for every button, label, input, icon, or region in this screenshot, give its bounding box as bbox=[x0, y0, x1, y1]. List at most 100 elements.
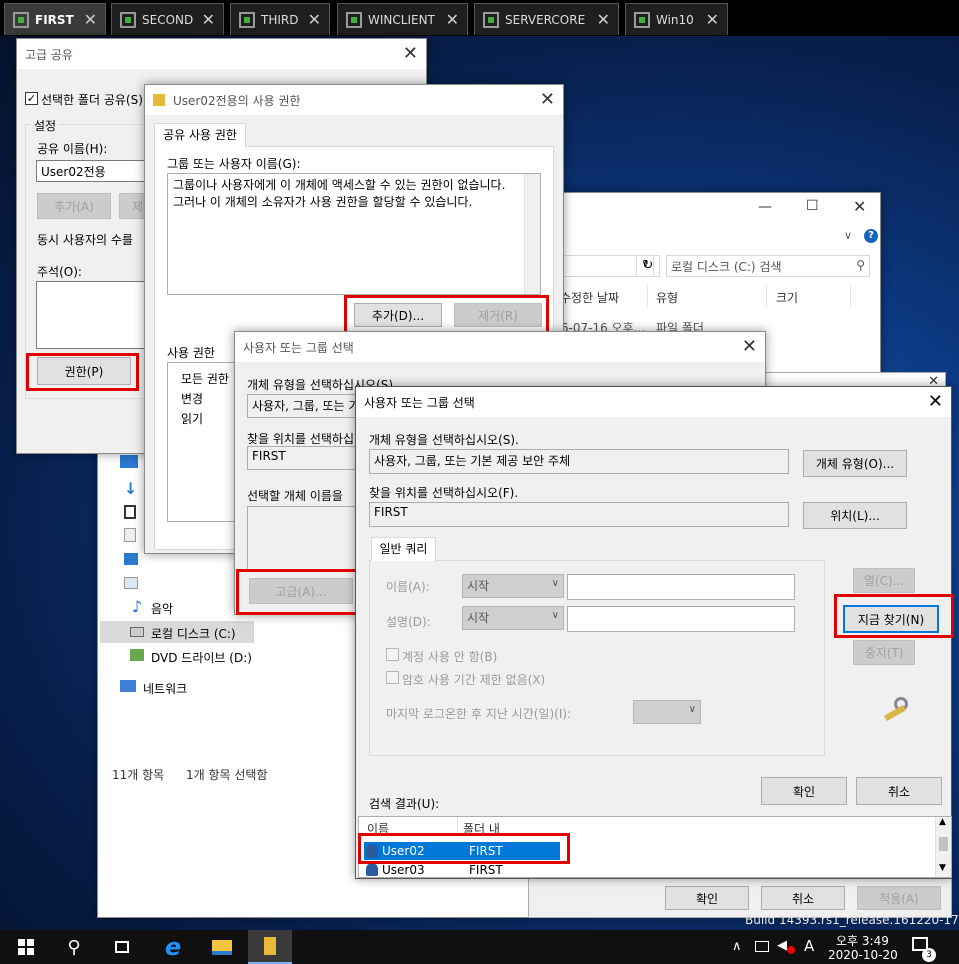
task-view-icon[interactable] bbox=[100, 930, 144, 964]
tab-servercore[interactable]: SERVERCORE ✕ bbox=[474, 3, 619, 35]
clock-time[interactable]: 오후 3:49 bbox=[836, 932, 889, 949]
object-types-button[interactable]: 개체 유형(O)... bbox=[803, 450, 907, 477]
tray-chevron-icon[interactable]: ∧ bbox=[732, 939, 742, 954]
tab-third[interactable]: THIRD ✕ bbox=[230, 3, 330, 35]
description-query-input[interactable] bbox=[567, 606, 795, 632]
scroll-down-icon[interactable]: ▼ bbox=[939, 863, 946, 873]
share-name-input[interactable]: User02전용 bbox=[36, 160, 146, 182]
ok-label: 확인 bbox=[695, 891, 719, 906]
close-icon[interactable]: ✕ bbox=[742, 336, 757, 357]
close-icon[interactable]: ✕ bbox=[202, 10, 215, 29]
col-date[interactable]: 수정한 날짜 bbox=[560, 289, 619, 306]
scroll-thumb[interactable] bbox=[939, 837, 948, 851]
tab-common-queries[interactable]: 일반 쿼리 bbox=[371, 537, 436, 561]
file-explorer-icon[interactable] bbox=[200, 930, 244, 964]
columns-button[interactable]: 열(C)... bbox=[853, 568, 915, 593]
search-input[interactable]: 로컬 디스크 (C:) 검색 ⚲ bbox=[666, 255, 870, 277]
close-icon[interactable]: ✕ bbox=[540, 89, 555, 110]
remove-button[interactable]: 제거(R) bbox=[454, 303, 542, 327]
start-button[interactable] bbox=[4, 930, 48, 964]
close-icon[interactable]: ✕ bbox=[84, 10, 97, 29]
nav-music[interactable]: 음악 bbox=[151, 600, 173, 617]
vm-icon bbox=[483, 11, 499, 28]
results-scrollbar[interactable]: ▲ ▼ bbox=[935, 817, 951, 877]
col-folder-header[interactable]: 폴더 내 bbox=[463, 820, 500, 837]
result-row-selected[interactable]: User02 FIRST bbox=[364, 842, 560, 860]
dvd-icon bbox=[130, 649, 144, 661]
folder-icon bbox=[264, 937, 276, 955]
close-icon[interactable]: ✕ bbox=[403, 43, 418, 64]
description-match-select[interactable]: 시작 ∨ bbox=[462, 606, 564, 630]
ok-button[interactable]: 확인 bbox=[761, 777, 847, 805]
permission-list[interactable]: 모든 권한 변경 읽기 bbox=[167, 362, 237, 522]
concurrent-users-label: 동시 사용자의 수를 bbox=[37, 233, 133, 247]
close-icon[interactable]: ✕ bbox=[308, 10, 321, 29]
add-button[interactable]: 추가(A) bbox=[37, 193, 111, 219]
location-value: FIRST bbox=[374, 505, 408, 519]
taskbar-folder-app[interactable] bbox=[248, 930, 292, 964]
maximize-icon[interactable]: ☐ bbox=[806, 198, 819, 214]
close-icon[interactable]: ✕ bbox=[446, 10, 459, 29]
scroll-up-icon[interactable]: ▲ bbox=[939, 817, 946, 827]
col-name-header[interactable]: 이름 bbox=[367, 820, 389, 837]
nav-dvd[interactable]: DVD 드라이브 (D:) bbox=[151, 649, 252, 666]
nav-local-disk[interactable]: 로컬 디스크 (C:) bbox=[151, 625, 236, 642]
col-size[interactable]: 크기 bbox=[776, 289, 798, 306]
name-match-select[interactable]: 시작 ∨ bbox=[462, 574, 564, 598]
refresh-icon[interactable]: ↻ bbox=[636, 255, 660, 277]
apply-button[interactable]: 적용(A) bbox=[857, 886, 941, 910]
no-expire-label: 암호 사용 기간 제한 없음(X) bbox=[402, 673, 546, 687]
days-select[interactable]: ∨ bbox=[633, 700, 701, 724]
group-list[interactable]: 그룹이나 사용자에게 이 개체에 액세스할 수 있는 권한이 없습니다. 그러나… bbox=[167, 173, 541, 295]
share-checkbox[interactable]: ✓ bbox=[25, 92, 38, 105]
advanced-button[interactable]: 고급(A)... bbox=[249, 578, 353, 604]
ok-button[interactable]: 확인 bbox=[665, 886, 749, 910]
permissions-button[interactable]: 권한(P) bbox=[37, 357, 131, 385]
scrollbar[interactable] bbox=[524, 174, 540, 294]
nav-network[interactable]: 네트워크 bbox=[143, 680, 187, 697]
tab-label: Win10 bbox=[656, 12, 694, 27]
perm-full-control: 모든 권한 bbox=[181, 372, 229, 386]
no-expire-checkbox[interactable] bbox=[386, 671, 399, 684]
tab-second[interactable]: SECOND ✕ bbox=[111, 3, 224, 35]
cancel-label: 취소 bbox=[887, 784, 911, 799]
location-label: 찾을 위치를 선택하십 bbox=[247, 432, 354, 446]
minimize-icon[interactable]: — bbox=[758, 199, 772, 215]
close-icon[interactable]: ✕ bbox=[597, 10, 610, 29]
chevron-down-icon: ∨ bbox=[551, 610, 559, 621]
tab-first[interactable]: FIRST ✕ bbox=[4, 3, 106, 35]
days-since-logon-label: 마지막 로그온한 후 지난 시간(일)(I): bbox=[386, 707, 572, 721]
close-icon[interactable]: ✕ bbox=[706, 10, 719, 29]
tab-winclient[interactable]: WINCLIENT ✕ bbox=[337, 3, 468, 35]
ie-icon[interactable]: e bbox=[151, 930, 195, 964]
stop-button[interactable]: 중지(T) bbox=[853, 640, 915, 665]
cancel-button[interactable]: 취소 bbox=[856, 777, 942, 805]
close-icon[interactable]: ✕ bbox=[928, 391, 943, 412]
network-icon[interactable] bbox=[755, 941, 769, 952]
comment-input[interactable] bbox=[36, 281, 146, 349]
find-now-button[interactable]: 지금 찾기(N) bbox=[843, 605, 939, 633]
speaker-icon[interactable]: ◀ bbox=[777, 938, 787, 953]
help-icon[interactable]: ? bbox=[864, 229, 878, 243]
object-name-input[interactable] bbox=[247, 506, 359, 570]
cancel-button[interactable]: 취소 bbox=[761, 886, 845, 910]
result-row[interactable]: User03 FIRST bbox=[364, 862, 560, 878]
result-folder: FIRST bbox=[469, 844, 503, 858]
windows-icon bbox=[18, 939, 34, 955]
close-icon[interactable]: ✕ bbox=[853, 197, 866, 216]
col-type[interactable]: 유형 bbox=[656, 289, 678, 306]
name-query-input[interactable] bbox=[567, 574, 795, 600]
tab-win10[interactable]: Win10 ✕ bbox=[625, 3, 728, 35]
vm-icon bbox=[634, 11, 650, 28]
location-field: FIRST bbox=[369, 502, 789, 527]
tab-share-permissions[interactable]: 공유 사용 권한 bbox=[154, 123, 246, 147]
videos-icon bbox=[124, 505, 136, 519]
search-icon[interactable]: ⚲ bbox=[52, 930, 96, 964]
chevron-down-icon[interactable]: ∨ bbox=[844, 229, 852, 242]
locations-button[interactable]: 위치(L)... bbox=[803, 502, 907, 529]
add-button[interactable]: 추가(D)... bbox=[354, 303, 442, 327]
ime-indicator[interactable]: A bbox=[804, 937, 814, 955]
disabled-accounts-checkbox[interactable] bbox=[386, 648, 399, 661]
search-icon: ⚲ bbox=[856, 258, 865, 272]
clock-date[interactable]: 2020-10-20 bbox=[828, 948, 898, 962]
